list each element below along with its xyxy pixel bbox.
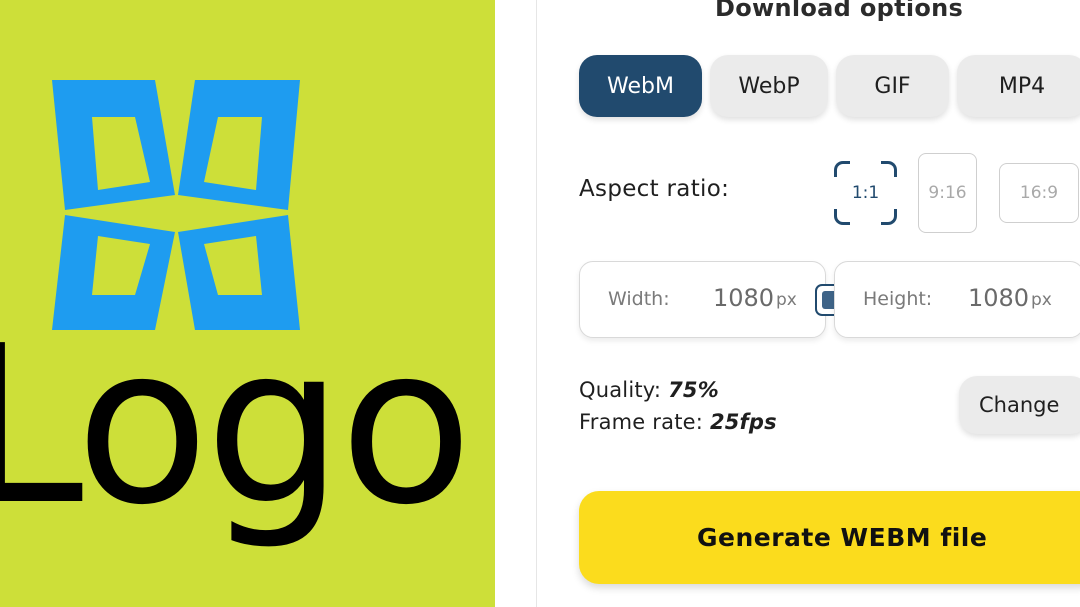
height-unit: px (1031, 290, 1052, 310)
format-webp-button[interactable]: WebP (710, 55, 828, 117)
aspect-16-9-option[interactable]: 16:9 (999, 163, 1079, 223)
aspect-9-16-label: 9:16 (928, 183, 967, 203)
quality-line: Quality: 75% (579, 378, 719, 402)
format-webm-button[interactable]: WebM (579, 55, 702, 117)
framerate-label: Frame rate: (579, 410, 704, 434)
format-mp4-button[interactable]: MP4 (957, 55, 1080, 117)
aspect-ratio-label: Aspect ratio: (579, 176, 730, 202)
download-options-panel: Download options WebM WebP GIF MP4 Aspec… (537, 0, 1080, 607)
logo-preview: Logo (0, 0, 495, 607)
quality-value: 75% (668, 378, 719, 402)
width-field[interactable]: Width: 1080 px (579, 261, 826, 338)
width-label: Width: (608, 288, 670, 310)
height-field[interactable]: Height: 1080 px (834, 261, 1080, 338)
logo-text: Logo (0, 300, 473, 553)
height-value[interactable]: 1080 (968, 284, 1029, 312)
frame-corner-icon (834, 209, 850, 225)
generate-file-button[interactable]: Generate WEBM file (579, 491, 1080, 584)
change-settings-button[interactable]: Change (959, 376, 1080, 434)
aspect-16-9-label: 16:9 (1019, 183, 1059, 203)
width-value[interactable]: 1080 (713, 284, 774, 312)
format-gif-button[interactable]: GIF (836, 55, 949, 117)
app-stage: Logo Download options WebM WebP GIF MP4 … (0, 0, 1080, 607)
height-label: Height: (863, 288, 933, 310)
framerate-line: Frame rate: 25fps (579, 410, 777, 434)
framerate-value: 25fps (709, 410, 777, 434)
frame-corner-icon (881, 161, 897, 177)
aspect-9-16-option[interactable]: 9:16 (918, 153, 977, 233)
frame-corner-icon (881, 209, 897, 225)
aspect-1-1-option[interactable]: 1:1 (834, 161, 897, 225)
quality-label: Quality: (579, 378, 662, 402)
frame-corner-icon (834, 161, 850, 177)
panel-title: Download options (715, 0, 964, 22)
aspect-1-1-label: 1:1 (851, 183, 880, 203)
width-unit: px (776, 290, 797, 310)
